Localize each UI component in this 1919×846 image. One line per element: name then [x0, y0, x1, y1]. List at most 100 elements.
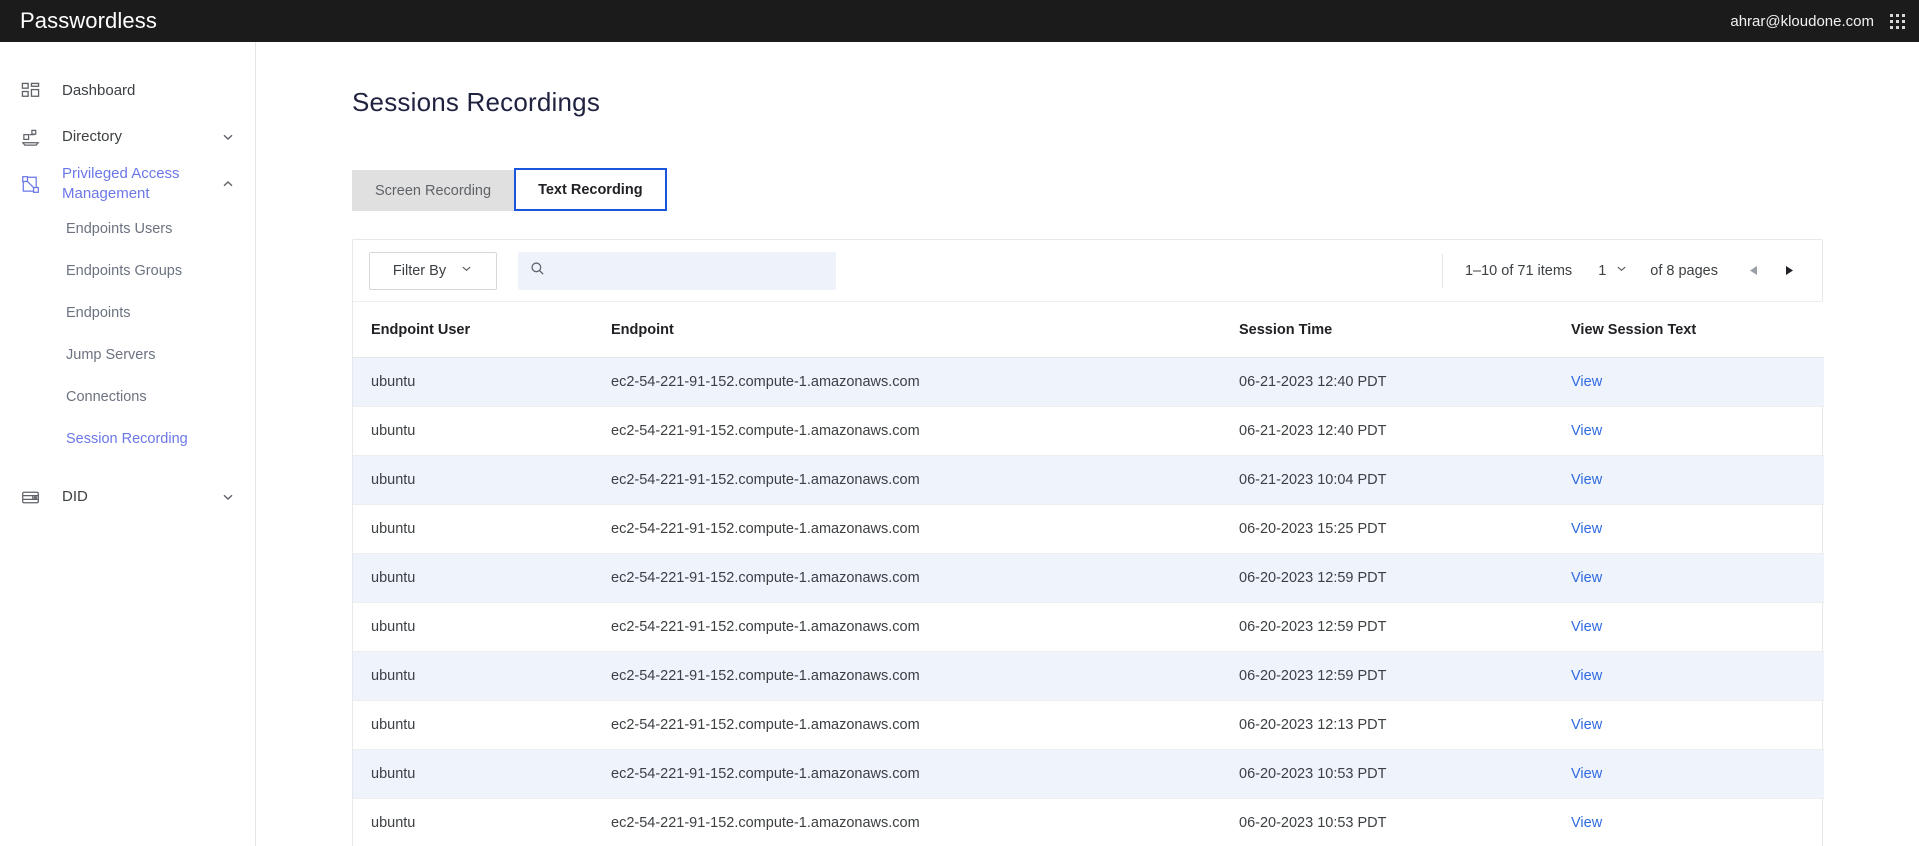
table-row[interactable]: ubuntu ec2-54-221-91-152.compute-1.amazo…: [353, 504, 1824, 554]
search-box[interactable]: [518, 251, 836, 290]
dashboard-grid-icon: [18, 79, 42, 103]
column-header-endpoint-user: Endpoint User: [353, 302, 611, 358]
wallet-icon: [18, 485, 42, 509]
app-brand-title: Passwordless: [20, 8, 157, 33]
search-icon: [530, 261, 545, 281]
table-row[interactable]: ubuntu ec2-54-221-91-152.compute-1.amazo…: [353, 700, 1824, 750]
chevron-down-icon: [1615, 262, 1628, 279]
cell-session-time: 06-20-2023 12:13 PDT: [1239, 700, 1571, 750]
cell-endpoint: ec2-54-221-91-152.compute-1.amazonaws.co…: [611, 700, 1239, 750]
tab-label: Text Recording: [538, 181, 643, 198]
tab-bar: Screen Recording Text Recording: [352, 168, 1919, 211]
cell-endpoint: ec2-54-221-91-152.compute-1.amazonaws.co…: [611, 357, 1239, 407]
cell-endpoint-user: ubuntu: [353, 798, 611, 846]
search-input[interactable]: [555, 262, 824, 279]
view-session-text-link[interactable]: View: [1571, 472, 1602, 488]
table-row[interactable]: ubuntu ec2-54-221-91-152.compute-1.amazo…: [353, 651, 1824, 701]
view-session-text-link[interactable]: View: [1571, 619, 1602, 635]
sidebar-item-label: Privileged Access Management: [62, 165, 180, 202]
current-page-label: 1: [1598, 262, 1607, 279]
table-row[interactable]: ubuntu ec2-54-221-91-152.compute-1.amazo…: [353, 455, 1824, 505]
cell-endpoint: ec2-54-221-91-152.compute-1.amazonaws.co…: [611, 602, 1239, 652]
view-session-text-link[interactable]: View: [1571, 717, 1602, 733]
tab-screen-recording[interactable]: Screen Recording: [352, 170, 515, 211]
sidebar-subitem-label: Endpoints Groups: [66, 263, 183, 279]
sidebar-item-session-recording[interactable]: Session Recording: [0, 418, 255, 460]
view-session-text-link[interactable]: View: [1571, 423, 1602, 439]
cell-endpoint-user: ubuntu: [353, 455, 611, 505]
sidebar-item-directory[interactable]: Directory: [0, 114, 255, 160]
sidebar-item-label: Directory: [62, 128, 123, 145]
page-number-dropdown[interactable]: 1: [1598, 262, 1628, 279]
sidebar-item-endpoints-users[interactable]: Endpoints Users: [0, 208, 255, 250]
table-row[interactable]: ubuntu ec2-54-221-91-152.compute-1.amazo…: [353, 553, 1824, 603]
cell-endpoint-user: ubuntu: [353, 406, 611, 456]
view-session-text-link[interactable]: View: [1571, 570, 1602, 586]
pam-nodes-icon: [18, 172, 42, 196]
table-toolbar: Filter By 1–10 of 71 items 1 of 8 pages: [353, 240, 1822, 302]
sidebar-subitem-label: Jump Servers: [66, 347, 156, 363]
cell-endpoint-user: ubuntu: [353, 749, 611, 799]
sidebar-item-privileged-access-management[interactable]: Privileged Access Management: [0, 160, 255, 208]
main-content: Sessions Recordings Screen Recording Tex…: [256, 42, 1919, 846]
view-session-text-link[interactable]: View: [1571, 766, 1602, 782]
topbar-right-group: ahrar@kloudone.com: [1730, 13, 1905, 30]
cell-endpoint: ec2-54-221-91-152.compute-1.amazonaws.co…: [611, 406, 1239, 456]
chevron-down-icon[interactable]: [221, 490, 235, 504]
table-row[interactable]: ubuntu ec2-54-221-91-152.compute-1.amazo…: [353, 406, 1824, 456]
sidebar-subitem-label: Endpoints: [66, 305, 131, 321]
column-header-view-session-text: View Session Text: [1571, 302, 1824, 358]
sidebar-item-label: Dashboard: [62, 82, 136, 99]
sidebar-subitem-label: Session Recording: [66, 431, 188, 447]
view-session-text-link[interactable]: View: [1571, 521, 1602, 537]
cell-session-time: 06-21-2023 12:40 PDT: [1239, 357, 1571, 407]
cell-session-time: 06-20-2023 10:53 PDT: [1239, 749, 1571, 799]
next-page-button[interactable]: [1774, 256, 1804, 286]
tab-text-recording[interactable]: Text Recording: [514, 168, 667, 211]
sidebar: Dashboard Directory Privileged Access Ma…: [0, 42, 256, 846]
sidebar-item-did[interactable]: DID: [0, 474, 255, 520]
filter-by-label: Filter By: [392, 262, 447, 279]
previous-page-button[interactable]: [1738, 256, 1768, 286]
column-header-endpoint: Endpoint: [611, 302, 1239, 358]
user-email-label[interactable]: ahrar@kloudone.com: [1730, 13, 1874, 30]
table-row[interactable]: ubuntu ec2-54-221-91-152.compute-1.amazo…: [353, 602, 1824, 652]
sidebar-item-endpoints-groups[interactable]: Endpoints Groups: [0, 250, 255, 292]
chevron-down-icon[interactable]: [221, 130, 235, 144]
column-header-session-time: Session Time: [1239, 302, 1571, 358]
table-header-row: Endpoint User Endpoint Session Time View…: [353, 302, 1824, 358]
table-row[interactable]: ubuntu ec2-54-221-91-152.compute-1.amazo…: [353, 357, 1824, 407]
table-body: ubuntu ec2-54-221-91-152.compute-1.amazo…: [353, 357, 1824, 846]
sidebar-item-label: DID: [62, 488, 88, 505]
sidebar-subitem-label: Connections: [66, 389, 147, 405]
cell-endpoint: ec2-54-221-91-152.compute-1.amazonaws.co…: [611, 749, 1239, 799]
sidebar-item-jump-servers[interactable]: Jump Servers: [0, 334, 255, 376]
view-session-text-link[interactable]: View: [1571, 815, 1602, 831]
pagination-controls: 1–10 of 71 items 1 of 8 pages: [1441, 253, 1804, 288]
cell-endpoint-user: ubuntu: [353, 504, 611, 554]
apps-grid-icon[interactable]: [1890, 13, 1905, 29]
triangle-left-icon: [1749, 266, 1757, 275]
view-session-text-link[interactable]: View: [1571, 668, 1602, 684]
table-row[interactable]: ubuntu ec2-54-221-91-152.compute-1.amazo…: [353, 798, 1824, 846]
cell-endpoint: ec2-54-221-91-152.compute-1.amazonaws.co…: [611, 651, 1239, 701]
sidebar-subitem-label: Endpoints Users: [66, 221, 173, 237]
sidebar-item-connections[interactable]: Connections: [0, 376, 255, 418]
cell-session-time: 06-20-2023 12:59 PDT: [1239, 602, 1571, 652]
chevron-up-icon[interactable]: [221, 177, 235, 191]
items-range-label: 1–10 of 71 items: [1464, 262, 1573, 279]
cell-endpoint: ec2-54-221-91-152.compute-1.amazonaws.co…: [611, 553, 1239, 603]
sidebar-item-dashboard[interactable]: Dashboard: [0, 68, 255, 114]
cell-session-time: 06-21-2023 10:04 PDT: [1239, 455, 1571, 505]
table-head: Endpoint User Endpoint Session Time View…: [353, 302, 1824, 358]
cell-endpoint-user: ubuntu: [353, 700, 611, 750]
cell-session-time: 06-20-2023 12:59 PDT: [1239, 651, 1571, 701]
view-session-text-link[interactable]: View: [1571, 374, 1602, 390]
cell-session-time: 06-20-2023 15:25 PDT: [1239, 504, 1571, 554]
filter-by-dropdown[interactable]: Filter By: [369, 251, 497, 290]
cell-session-time: 06-20-2023 10:53 PDT: [1239, 798, 1571, 846]
table-row[interactable]: ubuntu ec2-54-221-91-152.compute-1.amazo…: [353, 749, 1824, 799]
total-pages-label: of 8 pages: [1650, 262, 1718, 279]
directory-org-icon: [18, 125, 42, 149]
sidebar-item-endpoints[interactable]: Endpoints: [0, 292, 255, 334]
